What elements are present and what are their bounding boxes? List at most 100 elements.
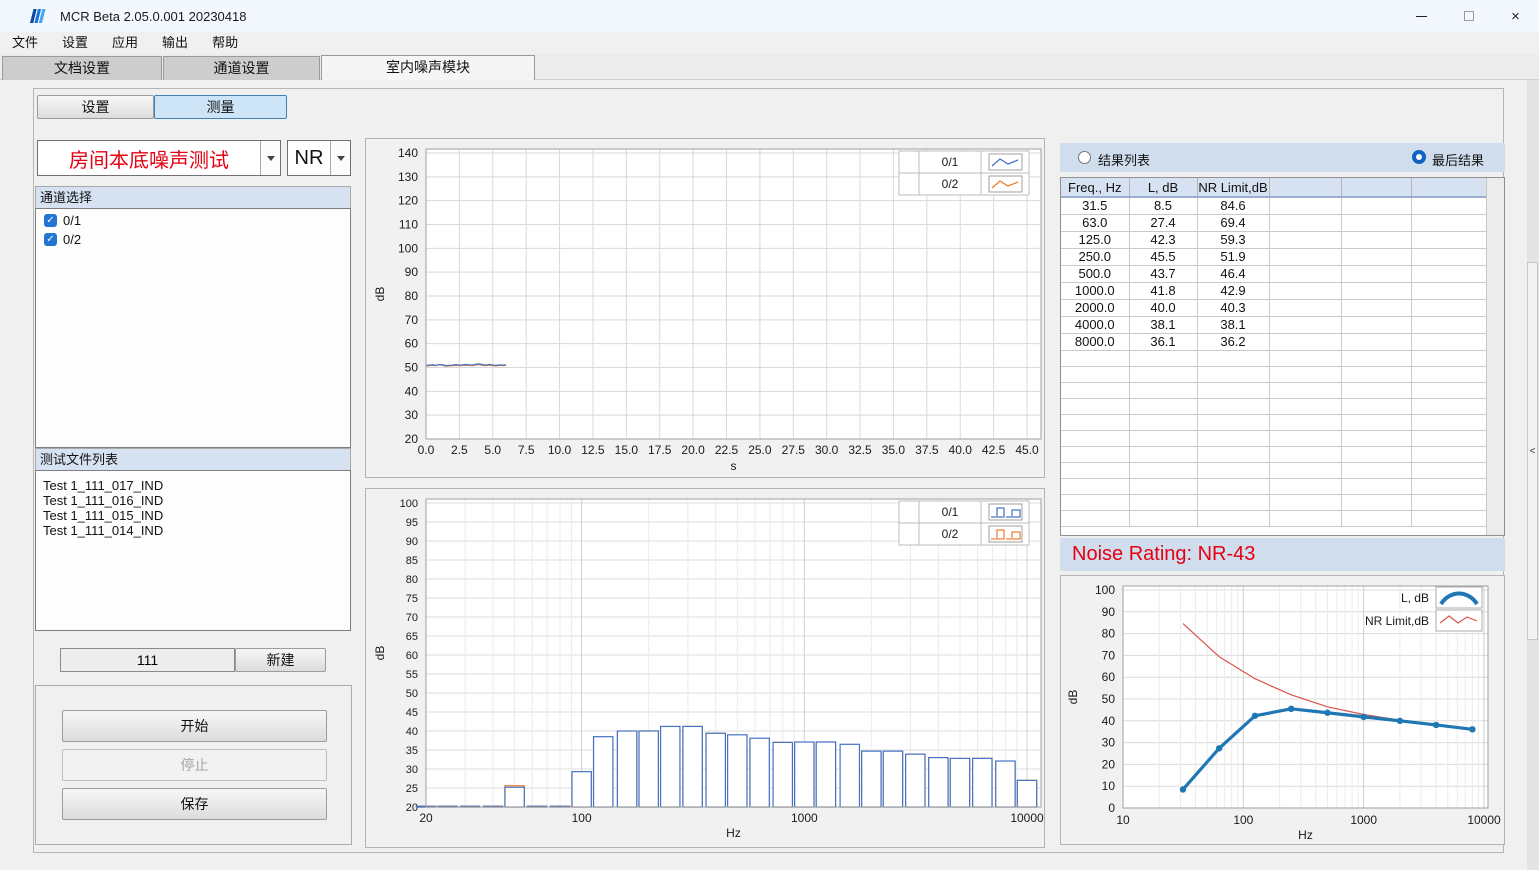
svg-text:7.5: 7.5 [518,443,535,457]
table-row[interactable] [1061,415,1486,431]
rating-combobox[interactable]: NR [287,140,351,176]
svg-text:40.0: 40.0 [949,443,973,457]
test-file-item[interactable]: Test 1_111_015_IND [36,508,350,523]
table-cell: 500.0 [1061,266,1129,283]
checkbox-checked-icon[interactable]: ✓ [44,214,57,227]
menu-output[interactable]: 输出 [150,32,200,54]
table-scroll-gutter[interactable] [1486,178,1504,535]
close-button[interactable]: × [1492,0,1539,32]
svg-text:100: 100 [400,498,418,510]
table-cell [1061,415,1129,431]
svg-text:90: 90 [1102,605,1116,619]
svg-text:45.0: 45.0 [1015,443,1039,457]
radio-last-result[interactable] [1412,150,1426,164]
channel-list[interactable]: ✓0/1✓0/2 [35,208,351,448]
table-cell [1269,300,1341,317]
table-cell [1269,431,1341,447]
subtab-measure[interactable]: 测量 [154,95,287,119]
table-row[interactable]: 125.042.359.3 [1061,232,1486,249]
rating-dropdown-arrow[interactable] [330,141,350,175]
table-row[interactable]: 250.045.551.9 [1061,249,1486,266]
svg-text:0/1: 0/1 [942,505,959,519]
table-row[interactable] [1061,479,1486,495]
svg-text:20: 20 [1102,757,1116,771]
test-file-item[interactable]: Test 1_111_014_IND [36,523,350,538]
table-row[interactable] [1061,431,1486,447]
test-file-item[interactable]: Test 1_111_017_IND [36,478,350,493]
table-row[interactable] [1061,463,1486,479]
noise-rating-banner: Noise Rating: NR-43 [1060,538,1505,571]
new-button[interactable]: 新建 [235,648,326,672]
table-cell [1129,463,1197,479]
menu-settings[interactable]: 设置 [50,32,100,54]
table-cell: 125.0 [1061,232,1129,249]
table-cell [1341,232,1411,249]
table-header-cell [1269,178,1341,197]
menu-help[interactable]: 帮助 [200,32,250,54]
test-type-dropdown-arrow[interactable] [260,141,280,175]
time-chart: 20304050607080901001101201301400.02.55.0… [366,139,1044,477]
table-cell [1129,495,1197,511]
table-row[interactable] [1061,495,1486,511]
radio-last-result-label[interactable]: 最后结果 [1432,150,1484,169]
table-cell [1341,495,1411,511]
table-row[interactable]: 2000.040.040.3 [1061,300,1486,317]
table-row[interactable]: 31.58.584.6 [1061,197,1486,215]
table-row[interactable] [1061,351,1486,367]
tab-channel-settings[interactable]: 通道设置 [163,56,320,80]
table-row[interactable]: 500.043.746.4 [1061,266,1486,283]
table-row[interactable] [1061,367,1486,383]
table-header-cell [1411,178,1486,197]
svg-text:0.0: 0.0 [418,443,435,457]
save-button[interactable]: 保存 [62,788,327,820]
splitter-collapse-handle[interactable]: < [1527,262,1538,640]
table-row[interactable] [1061,447,1486,463]
table-row[interactable]: 63.027.469.4 [1061,215,1486,232]
table-cell: 38.1 [1197,317,1269,334]
start-button[interactable]: 开始 [62,710,327,742]
menu-file[interactable]: 文件 [0,32,50,54]
checkbox-checked-icon[interactable]: ✓ [44,233,57,246]
radio-result-list-label[interactable]: 结果列表 [1098,150,1150,169]
channel-item[interactable]: ✓0/2 [36,228,350,247]
table-row[interactable] [1061,511,1486,527]
table-row[interactable]: 1000.041.842.9 [1061,283,1486,300]
svg-text:140: 140 [398,146,418,160]
results-table[interactable]: Freq., HzL, dBNR Limit,dB 31.58.584.663.… [1061,178,1487,527]
tab-indoor-noise-module[interactable]: 室内噪声模块 [321,55,535,80]
table-cell [1411,431,1486,447]
menu-apply[interactable]: 应用 [100,32,150,54]
svg-text:70: 70 [405,313,419,327]
test-file-list[interactable]: Test 1_111_017_INDTest 1_111_016_INDTest… [35,470,351,631]
svg-text:42.5: 42.5 [982,443,1006,457]
svg-text:100: 100 [1233,813,1253,827]
table-cell [1269,479,1341,495]
svg-text:37.5: 37.5 [915,443,939,457]
table-row[interactable] [1061,383,1486,399]
svg-text:60: 60 [405,337,419,351]
menu-bar: 文件 设置 应用 输出 帮助 [0,32,1539,54]
table-cell [1411,511,1486,527]
table-cell [1197,415,1269,431]
table-cell [1411,383,1486,399]
svg-text:80: 80 [1102,627,1116,641]
test-type-combobox[interactable]: 房间本底噪声测试 [37,140,281,176]
test-file-item[interactable]: Test 1_111_016_IND [36,493,350,508]
tab-document-settings[interactable]: 文档设置 [2,56,162,80]
table-row[interactable]: 4000.038.138.1 [1061,317,1486,334]
table-row[interactable]: 8000.036.136.2 [1061,334,1486,351]
svg-text:10: 10 [1116,813,1130,827]
channel-item[interactable]: ✓0/1 [36,209,350,228]
maximize-button[interactable] [1445,0,1492,32]
svg-text:30: 30 [406,764,418,776]
radio-result-list[interactable] [1078,151,1091,164]
svg-text:100: 100 [398,241,418,255]
minimize-button[interactable] [1398,0,1445,32]
nr-chart-panel: 010203040506070809010010100100010000HzdB… [1060,575,1505,845]
svg-text:10: 10 [1102,779,1116,793]
table-cell: 250.0 [1061,249,1129,266]
measurement-name-input[interactable] [60,648,235,672]
subtab-settings[interactable]: 设置 [37,95,154,119]
table-cell [1269,415,1341,431]
table-row[interactable] [1061,399,1486,415]
